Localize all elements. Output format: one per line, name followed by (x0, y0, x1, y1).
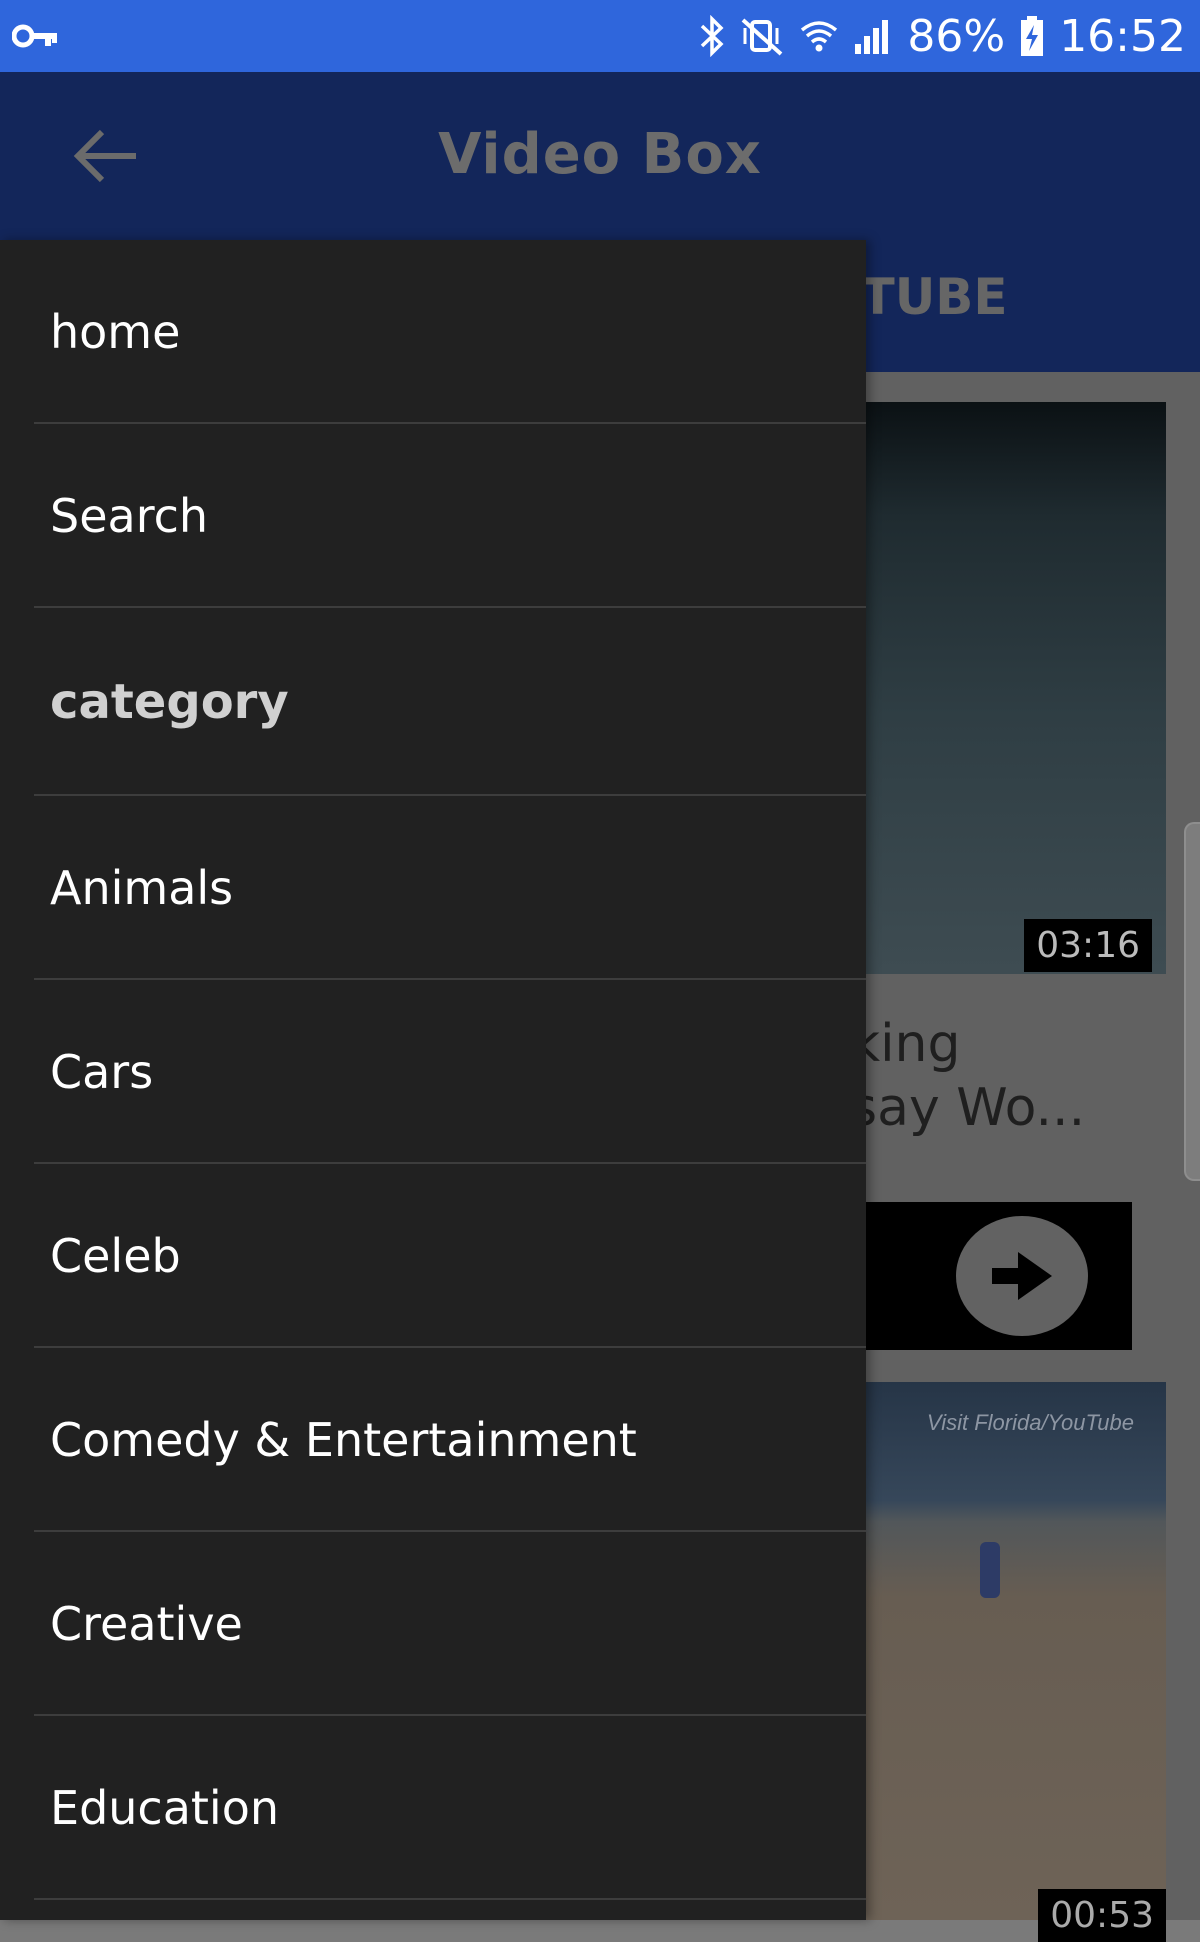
bluetooth-icon (701, 15, 724, 57)
drawer-item-label: Comedy & Entertainment (50, 1413, 637, 1467)
vibrate-mute-icon (742, 18, 783, 56)
drawer-item-creative[interactable]: Creative (0, 1532, 866, 1716)
divider (34, 1898, 866, 1900)
video-thumbnail[interactable]: Visit Florida/YouTube 00:53 (860, 1382, 1166, 1942)
app-bar: Video Box (0, 72, 1200, 240)
navigation-drawer: home Search category Animals Cars Celeb … (0, 240, 866, 1920)
drawer-item-label: Search (50, 489, 209, 543)
beach-person-figure (980, 1542, 1000, 1598)
video-duration: 00:53 (1038, 1889, 1166, 1942)
video-title[interactable]: king say Wo... (850, 1012, 1180, 1140)
app-title: Video Box (438, 122, 762, 187)
clock: 16:52 (1059, 10, 1186, 62)
drawer-item-comedy-entertainment[interactable]: Comedy & Entertainment (0, 1348, 866, 1532)
drawer-item-cars[interactable]: Cars (0, 980, 866, 1164)
drawer-item-label: Animals (50, 861, 234, 915)
video-watermark: Visit Florida/YouTube (926, 1410, 1134, 1435)
open-video-bar[interactable] (860, 1202, 1132, 1350)
drawer-item-home[interactable]: home (0, 240, 866, 424)
video-thumbnail[interactable]: 03:16 (860, 402, 1166, 974)
drawer-item-search[interactable]: Search (0, 424, 866, 608)
scroll-handle[interactable] (1184, 822, 1200, 1181)
drawer-section-header-category: category (0, 608, 866, 796)
drawer-item-label: Celeb (50, 1229, 181, 1283)
signal-icon (855, 20, 889, 54)
drawer-item-label: Education (50, 1781, 280, 1835)
video-duration: 03:16 (1024, 919, 1152, 972)
drawer-item-label: home (50, 305, 181, 359)
battery-charging-icon (1021, 16, 1044, 56)
battery-percent: 86% (907, 10, 1006, 62)
status-bar: 86% 16:52 (0, 0, 1200, 72)
vpn-key-icon (12, 24, 57, 48)
drawer-item-education[interactable]: Education (0, 1716, 866, 1900)
drawer-item-animals[interactable]: Animals (0, 796, 866, 980)
arrow-right-circle-icon[interactable] (956, 1216, 1088, 1336)
wifi-icon (801, 21, 838, 52)
section-header-label: category (50, 674, 289, 730)
drawer-item-label: Cars (50, 1045, 154, 1099)
drawer-item-label: Creative (50, 1597, 243, 1651)
drawer-item-celeb[interactable]: Celeb (0, 1164, 866, 1348)
